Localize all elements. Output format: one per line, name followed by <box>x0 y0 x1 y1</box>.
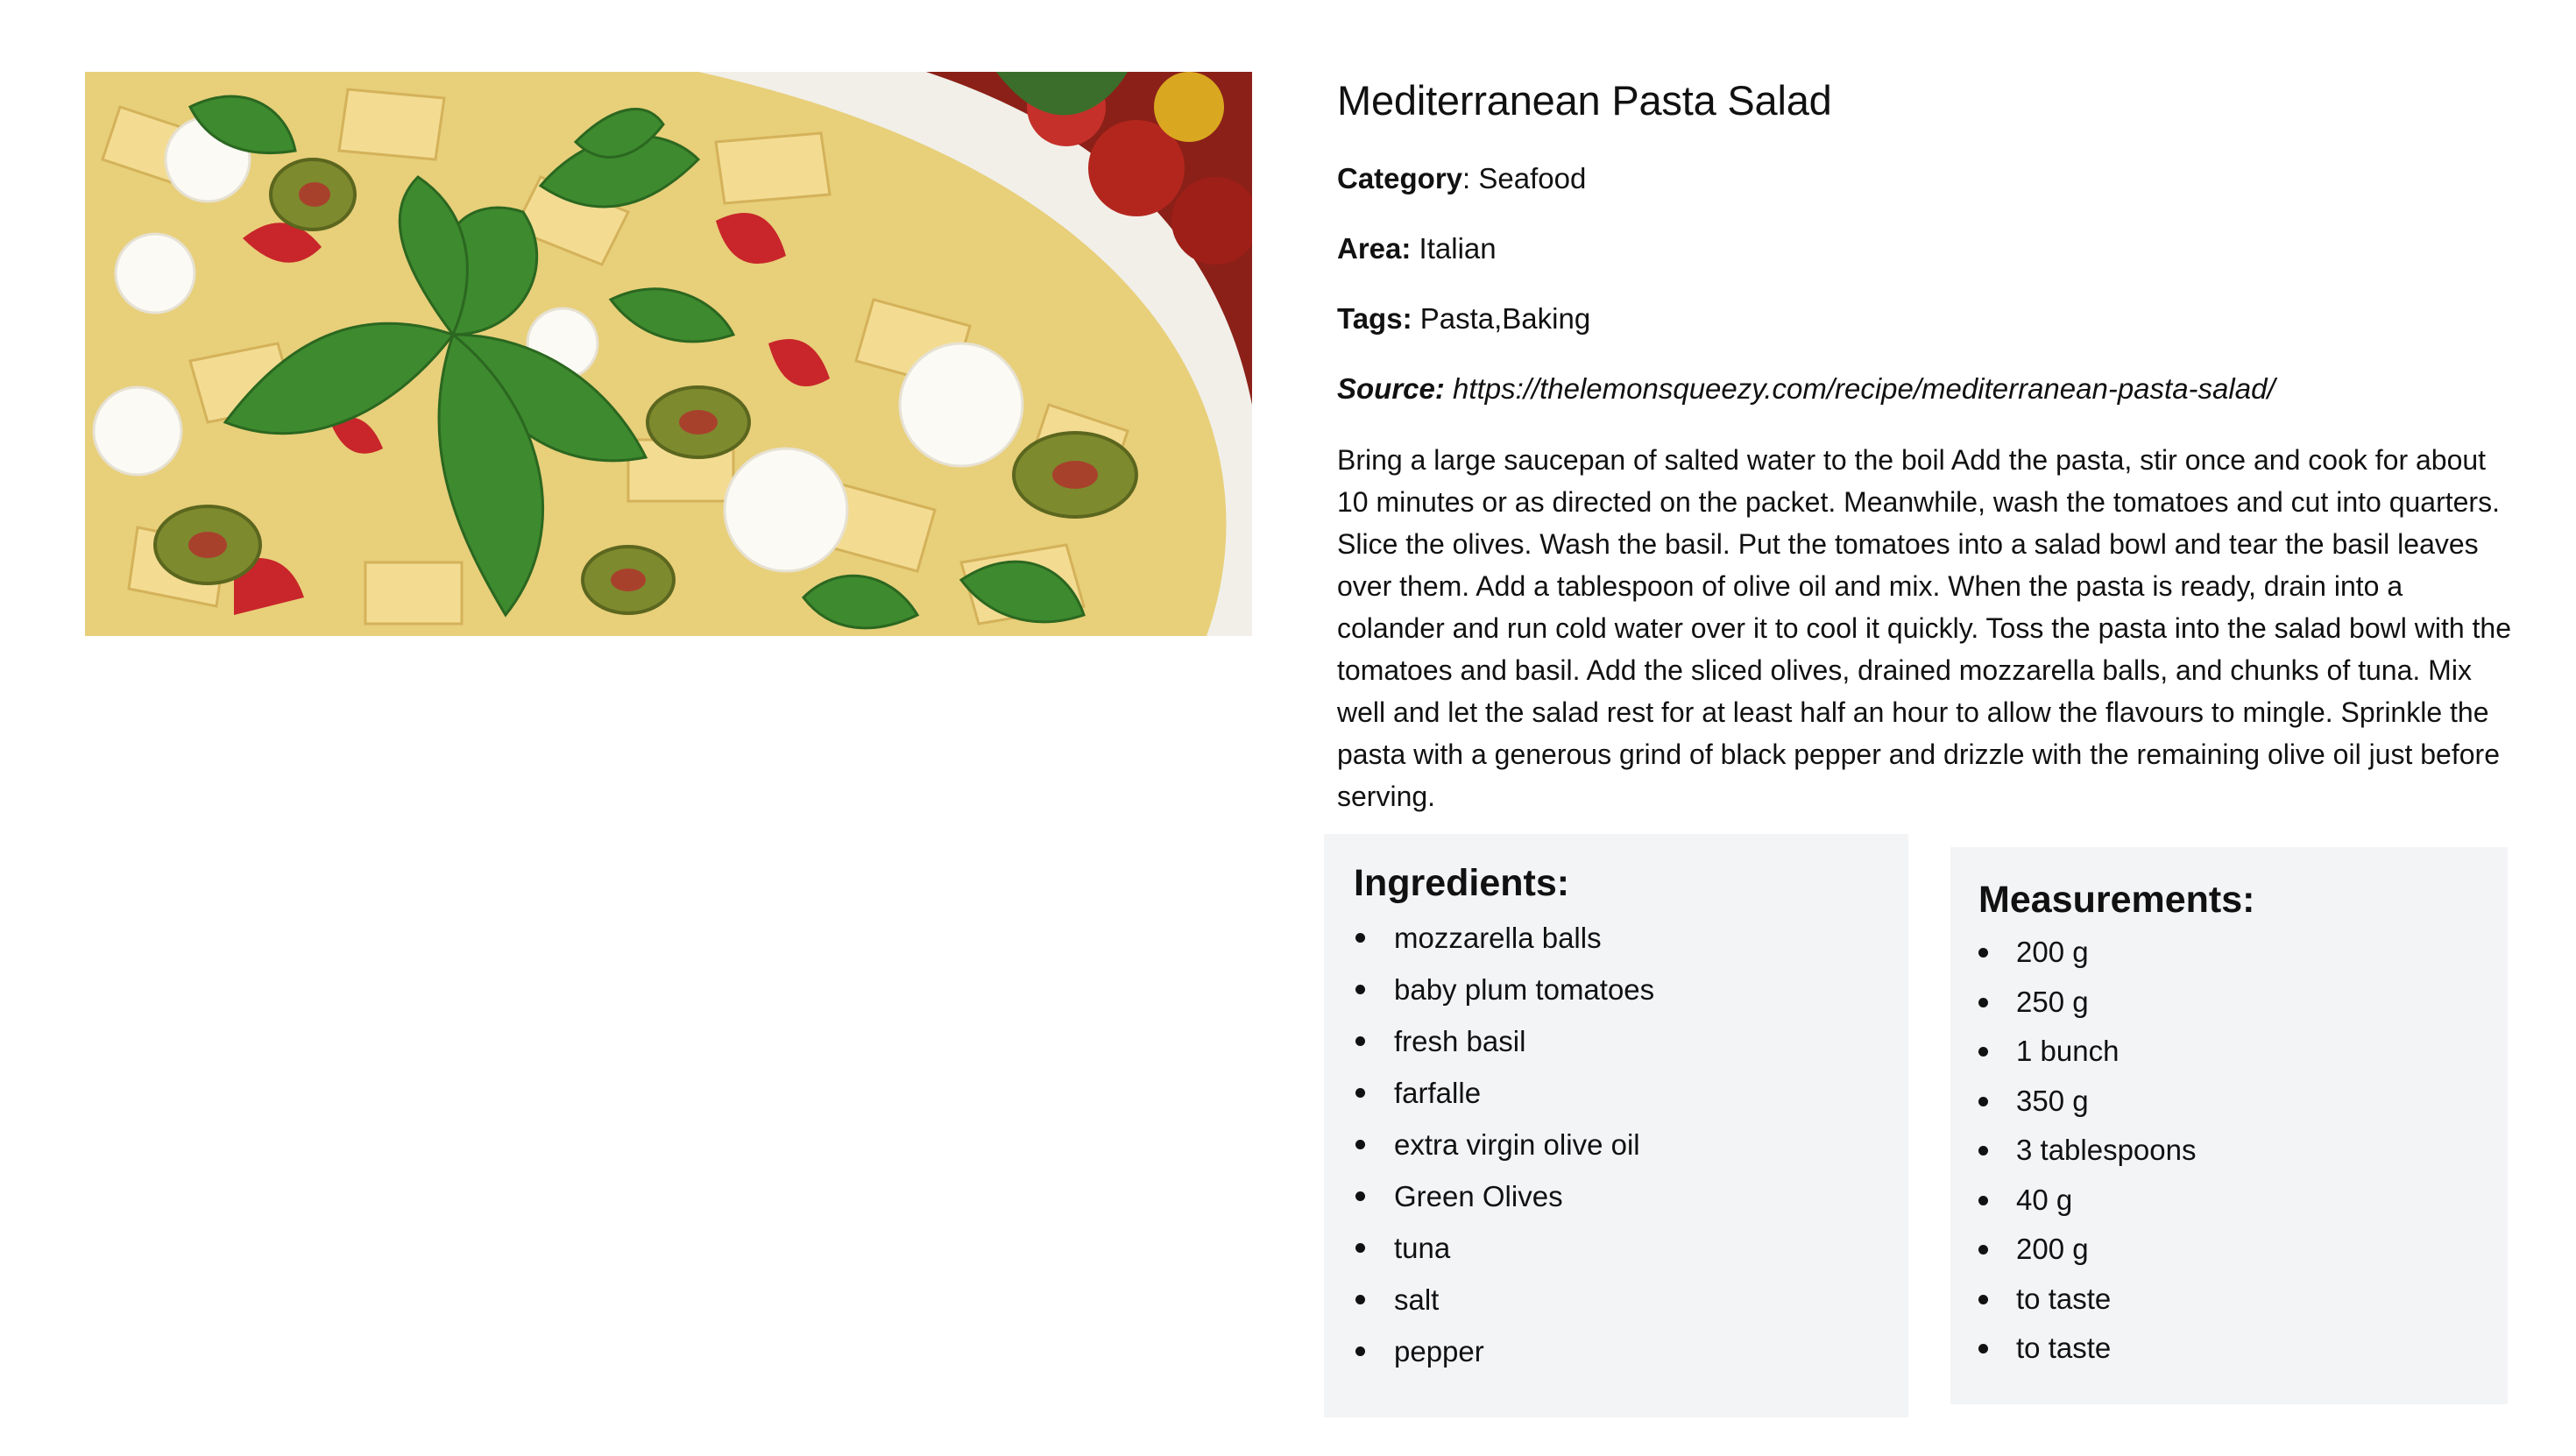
ingredient-name: extra virgin olive oil <box>1394 1128 1640 1161</box>
meal-details: Mediterranean Pasta Salad Category: Seaf… <box>1337 72 2511 812</box>
source-link[interactable]: https://thelemonsqueezy.com/recipe/medit… <box>1453 372 2275 405</box>
bullet-icon <box>1978 1344 1988 1354</box>
measurement-item: 3 tablespoons <box>1978 1133 2508 1183</box>
measurement-item: 200 g <box>1978 935 2508 985</box>
ingredients-list: mozzarella balls baby plum tomatoes fres… <box>1354 918 1908 1383</box>
ingredients-panel: Ingredients: mozzarella balls baby plum … <box>1324 834 1908 1417</box>
bullet-icon <box>1355 1088 1365 1098</box>
bullet-icon <box>1355 1346 1365 1356</box>
measurement-value: 1 bunch <box>2016 1035 2120 1067</box>
measurement-value: to taste <box>2016 1332 2112 1364</box>
ingredient-item: fresh basil <box>1354 1021 1908 1073</box>
area-label: Area: <box>1337 232 1412 265</box>
bullet-icon <box>1978 1294 1988 1304</box>
measurement-value: 200 g <box>2016 936 2089 968</box>
measurements-list: 200 g 250 g 1 bunch 350 g 3 tablespoons … <box>1978 935 2508 1381</box>
ingredient-item: salt <box>1354 1280 1908 1332</box>
ingredient-name: mozzarella balls <box>1394 922 1602 954</box>
measurements-panel: Measurements: 200 g 250 g 1 bunch 350 g … <box>1950 847 2508 1404</box>
ingredients-heading: Ingredients: <box>1354 862 1570 904</box>
measurement-value: 350 g <box>2016 1084 2089 1117</box>
bullet-icon <box>1355 1036 1365 1046</box>
source-label: Source: <box>1337 372 1445 405</box>
bullet-icon <box>1355 1140 1365 1149</box>
area-value: Italian <box>1419 232 1497 265</box>
meal-area: Area: Italian <box>1337 228 1497 270</box>
bullet-icon <box>1978 1195 1988 1205</box>
ingredient-item: Green Olives <box>1354 1177 1908 1228</box>
bullet-icon <box>1978 948 1988 958</box>
bullet-icon <box>1978 1245 1988 1255</box>
meal-tags: Tags: Pasta,Baking <box>1337 298 1590 340</box>
measurement-item: 350 g <box>1978 1084 2508 1134</box>
ingredient-name: Green Olives <box>1394 1180 1563 1212</box>
ingredient-name: fresh basil <box>1394 1025 1526 1057</box>
measurement-item: 40 g <box>1978 1183 2508 1233</box>
ingredient-name: baby plum tomatoes <box>1394 973 1655 1006</box>
measurement-value: 40 g <box>2016 1183 2073 1216</box>
ingredient-name: salt <box>1394 1283 1440 1316</box>
tags-value: Pasta,Baking <box>1419 302 1591 335</box>
ingredient-item: tuna <box>1354 1228 1908 1280</box>
bullet-icon <box>1355 933 1365 943</box>
measurement-value: 200 g <box>2016 1233 2089 1265</box>
measurement-value: 3 tablespoons <box>2016 1134 2197 1166</box>
bullet-icon <box>1355 985 1365 994</box>
ingredient-item: farfalle <box>1354 1073 1908 1125</box>
measurement-item: 200 g <box>1978 1232 2508 1282</box>
bullet-icon <box>1978 1047 1988 1057</box>
meal-source: Source: https://thelemonsqueezy.com/reci… <box>1337 368 2275 410</box>
pasta-salad-image <box>85 72 1252 636</box>
measurement-value: to taste <box>2016 1282 2112 1315</box>
ingredient-item: pepper <box>1354 1332 1908 1383</box>
bullet-icon <box>1978 1096 1988 1106</box>
ingredient-item: baby plum tomatoes <box>1354 970 1908 1021</box>
bullet-icon <box>1978 1146 1988 1156</box>
bullet-icon <box>1978 997 1988 1007</box>
measurement-item: to taste <box>1978 1331 2508 1381</box>
ingredient-name: pepper <box>1394 1335 1484 1368</box>
ingredient-item: extra virgin olive oil <box>1354 1125 1908 1177</box>
measurement-item: 1 bunch <box>1978 1034 2508 1084</box>
category-label: Category <box>1337 162 1463 194</box>
bullet-icon <box>1355 1243 1365 1253</box>
meal-category: Category: Seafood <box>1337 162 1587 194</box>
bullet-icon <box>1355 1295 1365 1304</box>
meal-title: Mediterranean Pasta Salad <box>1337 77 1832 124</box>
bullet-icon <box>1355 1191 1365 1201</box>
meal-photo <box>85 72 1252 636</box>
measurement-item: 250 g <box>1978 985 2508 1035</box>
measurements-heading: Measurements: <box>1978 879 2255 921</box>
tags-label: Tags: <box>1337 302 1412 335</box>
measurement-item: to taste <box>1978 1282 2508 1332</box>
meal-instructions: Bring a large saucepan of salted water t… <box>1337 444 2511 812</box>
ingredient-name: farfalle <box>1394 1077 1482 1109</box>
measurement-value: 250 g <box>2016 985 2089 1018</box>
category-value: Seafood <box>1478 162 1587 194</box>
ingredient-item: mozzarella balls <box>1354 918 1908 970</box>
ingredient-name: tuna <box>1394 1232 1451 1264</box>
